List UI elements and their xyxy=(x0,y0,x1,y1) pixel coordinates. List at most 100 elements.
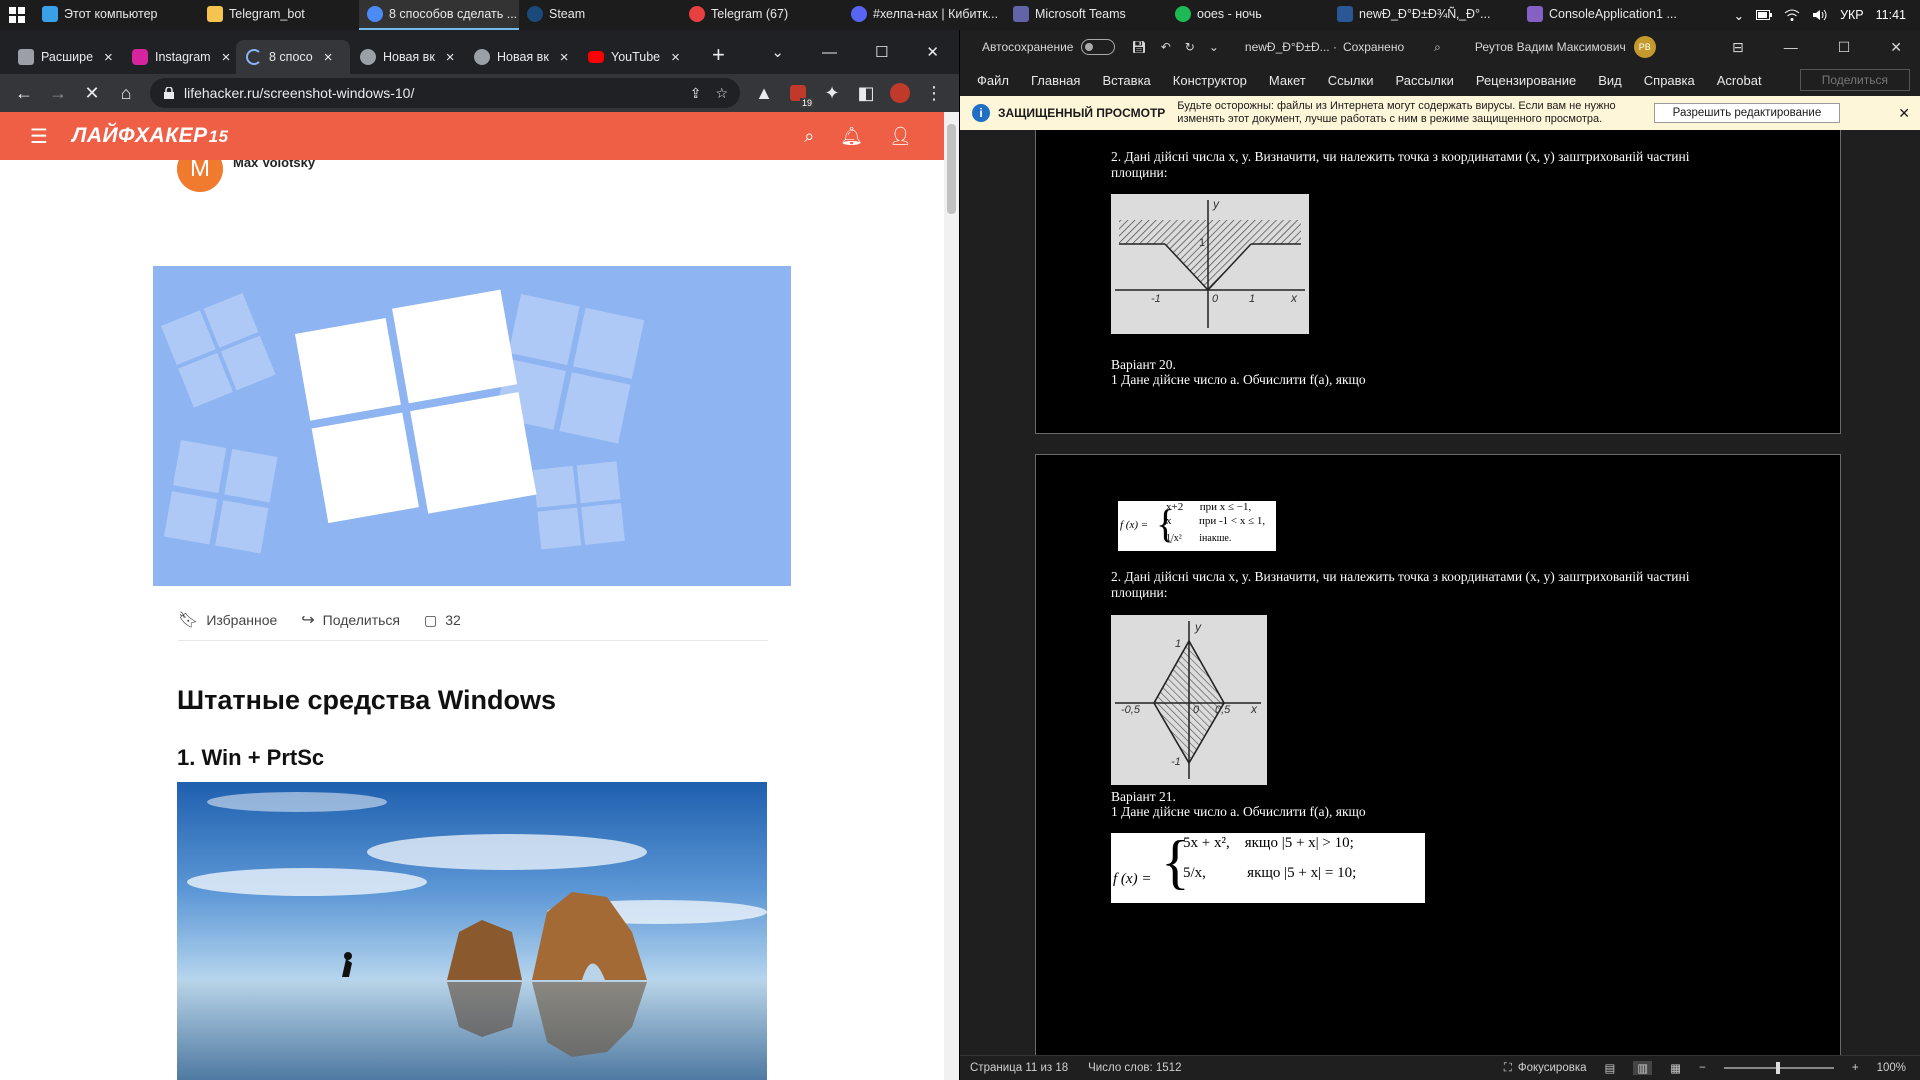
more-menu-icon[interactable]: ⋮ xyxy=(924,83,944,104)
page-counter[interactable]: Страница 11 из 18 xyxy=(970,1062,1068,1074)
scrollbar-thumb[interactable] xyxy=(947,124,956,214)
document-filename[interactable]: newÐ_Ð°Ð±Ð... · xyxy=(1245,40,1337,54)
zoom-out-icon[interactable]: − xyxy=(1699,1062,1706,1074)
bookmark-star-icon[interactable]: ☆ xyxy=(715,85,728,102)
language-indicator[interactable]: УКР xyxy=(1840,8,1864,22)
search-icon[interactable]: ⌕ xyxy=(804,126,814,147)
close-icon[interactable]: × xyxy=(222,49,231,66)
save-icon[interactable]: 💾︎ xyxy=(1131,40,1146,54)
taskbar-item-steam[interactable]: Steam xyxy=(519,0,681,30)
close-window-icon[interactable]: ✕ xyxy=(1890,39,1902,56)
tab-mailings[interactable]: Рассылки xyxy=(1384,73,1464,88)
hamburger-menu-icon[interactable]: ☰ xyxy=(30,124,48,149)
tab-insert[interactable]: Вставка xyxy=(1091,73,1161,88)
tab-review[interactable]: Рецензирование xyxy=(1465,73,1587,88)
close-icon[interactable]: × xyxy=(560,49,569,66)
puzzle-icon xyxy=(18,49,34,65)
taskbar-item-visual-studio[interactable]: ConsoleApplication1 ... xyxy=(1519,0,1689,30)
extension-triangle-icon[interactable]: ▲ xyxy=(754,83,774,104)
tab-references[interactable]: Ссылки xyxy=(1317,73,1385,88)
maximize-icon[interactable]: ☐ xyxy=(1838,39,1851,56)
maximize-icon[interactable]: ☐ xyxy=(875,43,888,61)
taskbar-item-spotify[interactable]: ooes - ночь xyxy=(1167,0,1329,30)
page-scrollbar[interactable] xyxy=(944,112,959,1080)
tab-view[interactable]: Вид xyxy=(1587,73,1633,88)
start-button[interactable] xyxy=(0,0,34,30)
tab-new-tab-2[interactable]: Новая вк × xyxy=(464,40,578,74)
comments-button[interactable]: ▢ 32 xyxy=(424,612,461,629)
zoom-slider[interactable] xyxy=(1723,1062,1834,1074)
taskbar-item-telegram[interactable]: Telegram (67) xyxy=(681,0,843,30)
close-icon[interactable]: ✕ xyxy=(1898,105,1910,122)
zoom-in-icon[interactable]: + xyxy=(1852,1062,1859,1074)
clock[interactable]: 11:41 xyxy=(1876,8,1906,22)
redo-icon[interactable]: ↻ xyxy=(1185,40,1195,54)
enable-editing-button[interactable]: Разрешить редактирование xyxy=(1653,103,1841,123)
taskbar-item-word[interactable]: newÐ_Ð°Ð±Ð¾Ñ‚_Ð°... xyxy=(1329,0,1519,30)
ribbon-display-icon[interactable]: ⊟ xyxy=(1732,39,1744,56)
share-button[interactable]: ↪ Поделиться xyxy=(301,610,400,630)
tab-acrobat[interactable]: Acrobat xyxy=(1706,73,1773,88)
tab-file[interactable]: Файл xyxy=(966,73,1020,88)
tab-layout[interactable]: Макет xyxy=(1258,73,1317,88)
site-logo[interactable]: ЛАЙФХАКЕР15 xyxy=(72,124,229,148)
puzzle-icon[interactable]: ✦ xyxy=(822,83,842,104)
profile-avatar[interactable] xyxy=(890,83,910,103)
teams-icon xyxy=(1013,6,1029,22)
tab-lifehacker[interactable]: 8 спосо × xyxy=(236,40,350,74)
author-name[interactable]: Max Volotsky xyxy=(233,160,315,170)
wifi-icon[interactable] xyxy=(1784,8,1800,22)
tab-youtube[interactable]: YouTube × xyxy=(578,40,702,74)
close-icon[interactable]: × xyxy=(104,49,113,66)
bell-icon[interactable]: 🔔︎ xyxy=(840,126,863,147)
volume-icon[interactable] xyxy=(1812,8,1828,22)
close-icon[interactable]: × xyxy=(324,49,333,66)
forward-icon[interactable]: → xyxy=(48,83,68,104)
zoom-level[interactable]: 100% xyxy=(1877,1062,1906,1074)
tab-search-icon[interactable]: ⌄ xyxy=(771,43,784,61)
close-window-icon[interactable]: ✕ xyxy=(926,43,939,61)
extension-ublock-icon[interactable]: 19 xyxy=(788,83,814,108)
taskbar-item-chrome[interactable]: 8 способов сделать ... xyxy=(359,0,519,30)
word-count[interactable]: Число слов: 1512 xyxy=(1088,1062,1181,1074)
taskbar-item-explorer[interactable]: Telegram_bot xyxy=(199,0,359,30)
customize-qat-icon[interactable]: ⌄ xyxy=(1209,40,1219,54)
user-name[interactable]: Реутов Вадим Максимович xyxy=(1475,40,1626,54)
taskbar-item-discord[interactable]: #хелпа-нах | Кибитк... xyxy=(843,0,1005,30)
windows-logo-illustration xyxy=(161,289,645,554)
chevron-up-icon[interactable]: ⌄ xyxy=(1734,8,1744,23)
share-button[interactable]: Поделиться xyxy=(1799,69,1910,91)
tab-new-tab-1[interactable]: Новая вк × xyxy=(350,40,464,74)
close-icon[interactable]: × xyxy=(446,49,455,66)
share-icon[interactable]: ⇪ xyxy=(690,85,702,102)
side-panel-icon[interactable]: ◧ xyxy=(856,83,876,104)
tab-design[interactable]: Конструктор xyxy=(1162,73,1258,88)
close-icon[interactable]: × xyxy=(671,49,680,66)
tab-help[interactable]: Справка xyxy=(1633,73,1706,88)
autosave-toggle[interactable] xyxy=(1081,39,1116,55)
taskbar-item-this-pc[interactable]: Этот компьютер xyxy=(34,0,199,30)
search-icon[interactable]: ⌕ xyxy=(1434,40,1441,55)
minimize-icon[interactable]: — xyxy=(822,44,837,61)
new-tab-button[interactable]: + xyxy=(702,40,742,74)
user-avatar[interactable]: РВ xyxy=(1633,36,1656,58)
address-bar[interactable]: lifehacker.ru/screenshot-windows-10/ ⇪ ☆ xyxy=(150,78,740,108)
stop-icon[interactable]: ✕ xyxy=(82,83,102,104)
home-icon[interactable]: ⌂ xyxy=(116,83,136,104)
tab-extensions[interactable]: Расшире × xyxy=(8,40,122,74)
web-layout-icon[interactable]: ▦ xyxy=(1670,1061,1681,1075)
undo-icon[interactable]: ↶ xyxy=(1161,40,1171,54)
minimize-icon[interactable]: — xyxy=(1784,39,1798,56)
back-icon[interactable]: ← xyxy=(14,83,34,104)
read-mode-icon[interactable]: ▤ xyxy=(1605,1061,1616,1075)
user-icon[interactable]: 👤︎ xyxy=(889,126,912,147)
save-status[interactable]: Сохранено xyxy=(1343,40,1404,54)
focus-button[interactable]: ⛶ Фокусировка xyxy=(1504,1062,1587,1075)
battery-icon[interactable] xyxy=(1756,9,1773,21)
print-layout-icon[interactable]: ▥ xyxy=(1633,1061,1653,1075)
favorites-button[interactable]: 🔖︎ Избранное xyxy=(178,610,277,630)
word-window: Автосохранение 💾︎ ↶ ↻ ⌄ newÐ_Ð°Ð±Ð... · … xyxy=(960,30,1920,1080)
tab-home[interactable]: Главная xyxy=(1020,73,1091,88)
taskbar-item-teams[interactable]: Microsoft Teams xyxy=(1005,0,1167,30)
tab-instagram[interactable]: Instagram × xyxy=(122,40,236,74)
